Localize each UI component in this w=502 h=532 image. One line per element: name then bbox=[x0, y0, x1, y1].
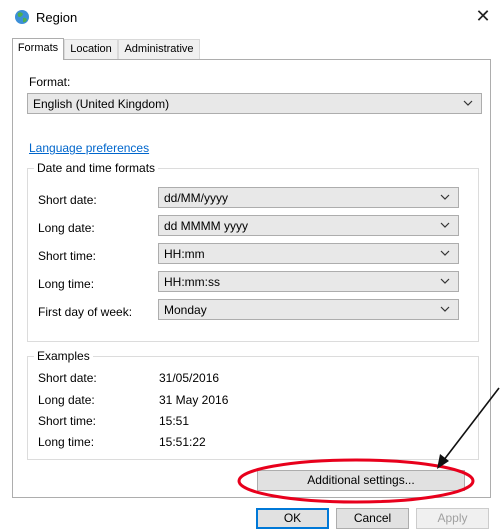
example-short-time-value: 15:51 bbox=[159, 414, 190, 428]
chevron-down-icon bbox=[440, 306, 450, 312]
chevron-down-icon bbox=[440, 250, 450, 256]
first-day-of-week-dropdown[interactable]: Monday bbox=[158, 299, 459, 320]
format-dropdown[interactable]: English (United Kingdom) bbox=[27, 93, 482, 114]
example-long-date-value: 31 May 2016 bbox=[159, 393, 229, 407]
short-date-dropdown[interactable]: dd/MM/yyyy bbox=[158, 187, 459, 208]
examples-group-title: Examples bbox=[34, 349, 93, 363]
title-bar: Region ✕ bbox=[0, 0, 502, 34]
first-day-of-week-value: Monday bbox=[164, 303, 207, 317]
short-time-value: HH:mm bbox=[164, 247, 205, 261]
close-icon[interactable]: ✕ bbox=[472, 5, 494, 27]
long-date-label: Long date: bbox=[38, 221, 95, 235]
example-short-time-label: Short time: bbox=[38, 414, 97, 428]
ok-button[interactable]: OK bbox=[256, 508, 329, 529]
chevron-down-icon bbox=[440, 194, 450, 200]
example-long-time-label: Long time: bbox=[38, 435, 95, 449]
language-preferences-link[interactable]: Language preferences bbox=[29, 141, 149, 155]
example-long-time-value: 15:51:22 bbox=[159, 435, 206, 449]
tab-formats[interactable]: Formats bbox=[12, 38, 64, 60]
globe-icon bbox=[15, 10, 29, 24]
format-value: English (United Kingdom) bbox=[33, 97, 170, 111]
long-time-value: HH:mm:ss bbox=[164, 275, 220, 289]
long-date-value: dd MMMM yyyy bbox=[164, 219, 248, 233]
tab-administrative[interactable]: Administrative bbox=[118, 39, 200, 59]
apply-button[interactable]: Apply bbox=[416, 508, 489, 529]
date-time-formats-group: Date and time formats Short date: dd/MM/… bbox=[27, 161, 479, 342]
short-date-label: Short date: bbox=[38, 193, 97, 207]
chevron-down-icon bbox=[463, 100, 473, 106]
tab-location[interactable]: Location bbox=[64, 39, 118, 59]
short-date-value: dd/MM/yyyy bbox=[164, 191, 229, 205]
examples-group: Examples Short date: 31/05/2016 Long dat… bbox=[27, 349, 479, 460]
chevron-down-icon bbox=[440, 278, 450, 284]
format-label: Format: bbox=[29, 75, 71, 89]
long-time-dropdown[interactable]: HH:mm:ss bbox=[158, 271, 459, 292]
example-long-date-label: Long date: bbox=[38, 393, 95, 407]
long-date-dropdown[interactable]: dd MMMM yyyy bbox=[158, 215, 459, 236]
cancel-button[interactable]: Cancel bbox=[336, 508, 409, 529]
example-short-date-value: 31/05/2016 bbox=[159, 371, 220, 385]
chevron-down-icon bbox=[440, 222, 450, 228]
window-title: Region bbox=[36, 10, 78, 25]
first-day-of-week-label: First day of week: bbox=[38, 305, 133, 319]
example-short-date-label: Short date: bbox=[38, 371, 97, 385]
formats-panel: Format: English (United Kingdom) Languag… bbox=[12, 59, 491, 498]
short-time-label: Short time: bbox=[38, 249, 97, 263]
long-time-label: Long time: bbox=[38, 277, 95, 291]
short-time-dropdown[interactable]: HH:mm bbox=[158, 243, 459, 264]
date-time-group-title: Date and time formats bbox=[34, 161, 159, 175]
additional-settings-button[interactable]: Additional settings... bbox=[257, 470, 465, 491]
